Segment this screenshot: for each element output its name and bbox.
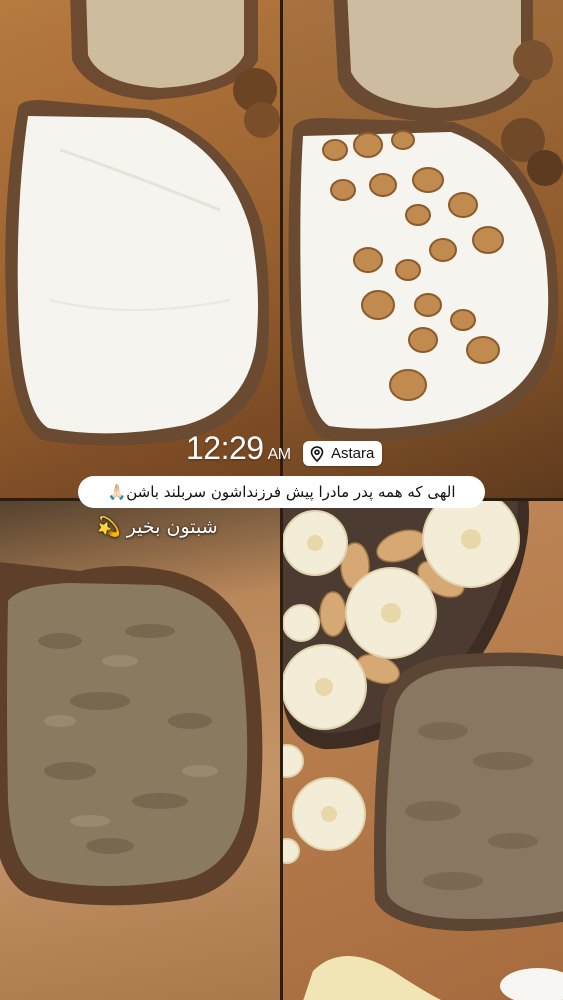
time-value: 12:29 [186, 430, 264, 466]
story-time: 12:29 AM [186, 430, 291, 467]
location-label: Astara [331, 445, 375, 462]
photo-walnut-toast [283, 0, 563, 498]
location-pin-icon [309, 445, 325, 462]
location-sticker[interactable]: Astara [303, 441, 383, 466]
photo-nut-spread-toast [0, 501, 280, 1000]
photo-cream-cheese-toast [0, 0, 280, 498]
photo-banana-peanut-toast [283, 501, 563, 1000]
goodnight-text: شبتون بخیر 💫 [97, 516, 218, 538]
time-ampm: AM [267, 446, 292, 463]
caption-sticker: الهی که همه پدر مادرا پیش فرزنداشون سربل… [78, 476, 485, 508]
caption-text: الهی که همه پدر مادرا پیش فرزنداشون سربل… [107, 483, 456, 501]
